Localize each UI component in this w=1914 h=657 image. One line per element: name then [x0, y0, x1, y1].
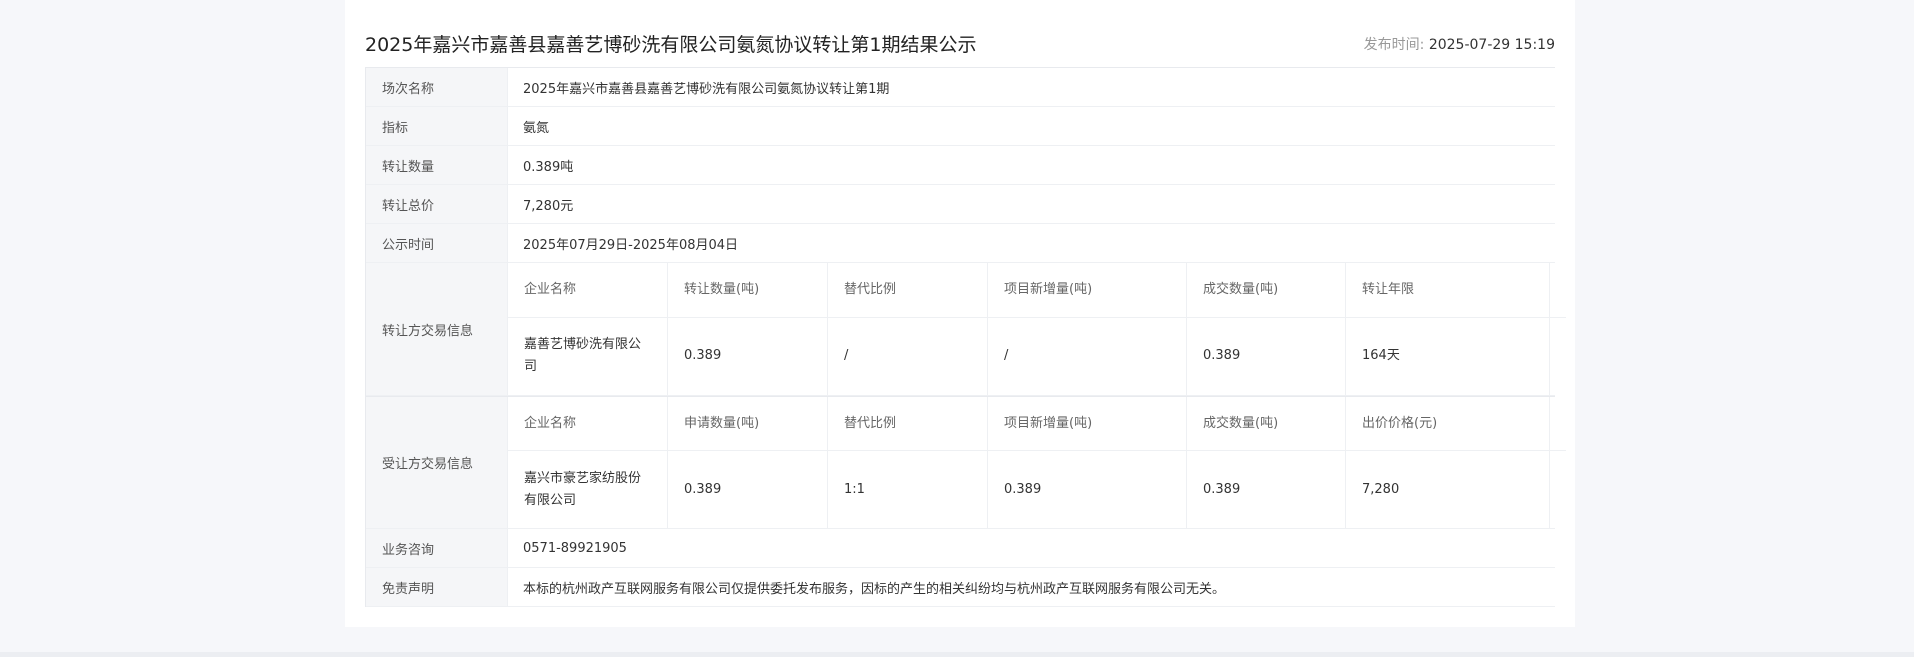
row-label: 业务咨询 — [366, 529, 508, 567]
subtable-header-cell: 成交数量(吨) — [1187, 397, 1346, 451]
transferee-subtable: 企业名称 申请数量(吨) 替代比例 项目新增量(吨) 成交数量(吨) 出价价格(… — [508, 397, 1566, 528]
subtable-header: 企业名称 申请数量(吨) 替代比例 项目新增量(吨) 成交数量(吨) 出价价格(… — [508, 397, 1566, 452]
row-label: 免责声明 — [366, 568, 508, 606]
subtable-cell: 1:1 — [828, 451, 988, 528]
row-label: 公示时间 — [366, 224, 508, 262]
subtable-cell: / — [828, 317, 988, 395]
company-name-cell: 嘉兴市豪艺家纺股份有限公司 — [508, 451, 668, 528]
subtable-cell: 0.389 — [668, 317, 828, 395]
subtable-header-cell: 转让年限 — [1346, 263, 1550, 317]
subtable-header-cell: 企业名称 — [508, 397, 668, 451]
row-label: 受让方交易信息 — [366, 397, 508, 528]
transferor-row: 转让方交易信息 企业名称 转让数量(吨) 替代比例 项目新增量(吨) 成交数量(… — [366, 263, 1566, 396]
page-footer-divider — [0, 652, 1914, 657]
page-header: 2025年嘉兴市嘉善县嘉善艺博砂洗有限公司氨氮协议转让第1期结果公示 发布时间:… — [365, 28, 1555, 58]
subtable-header-cell: 出价价格(元) — [1346, 397, 1550, 451]
subtable-header-cell: 成交数量(吨) — [1187, 263, 1346, 317]
row-label: 转让方交易信息 — [366, 263, 508, 395]
subtable-header-cell — [1550, 397, 1566, 450]
table-row: 免责声明 本标的杭州政产互联网服务有限公司仅提供委托发布服务，因标的产生的相关纠… — [366, 568, 1555, 607]
transferee-row: 受让方交易信息 企业名称 申请数量(吨) 替代比例 项目新增量(吨) 成交数量(… — [366, 396, 1566, 529]
subtable-cell — [1550, 451, 1566, 528]
table-row: 转让总价 7,280元 — [366, 185, 1555, 224]
info-table: 场次名称 2025年嘉兴市嘉善县嘉善艺博砂洗有限公司氨氮协议转让第1期 指标 氨… — [365, 67, 1566, 607]
row-value: 7,280元 — [523, 198, 574, 214]
subtable-header-cell — [1550, 263, 1566, 317]
row-value: 氨氮 — [523, 120, 550, 136]
subtable-header-cell: 转让数量(吨) — [668, 263, 828, 317]
subtable-header-cell: 替代比例 — [828, 263, 988, 317]
subtable-cell: / — [988, 317, 1187, 395]
row-label: 场次名称 — [366, 68, 508, 106]
table-row: 场次名称 2025年嘉兴市嘉善县嘉善艺博砂洗有限公司氨氮协议转让第1期 — [366, 68, 1555, 107]
row-label: 转让数量 — [366, 146, 508, 184]
row-label: 指标 — [366, 107, 508, 145]
row-value: 0.389吨 — [523, 159, 574, 175]
subtable-cell: 0.389 — [1187, 451, 1346, 528]
phone-value: 0571-89921905 — [523, 540, 627, 556]
company-name-cell: 嘉善艺博砂洗有限公司 — [508, 317, 668, 395]
publish-time-value: 2025-07-29 15:19 — [1428, 37, 1555, 53]
row-value: 2025年嘉兴市嘉善县嘉善艺博砂洗有限公司氨氮协议转让第1期 — [523, 81, 890, 97]
row-value: 2025年07月29日-2025年08月04日 — [523, 237, 739, 253]
subtable-cell: 0.389 — [668, 451, 828, 528]
result-card: 2025年嘉兴市嘉善县嘉善艺博砂洗有限公司氨氮协议转让第1期结果公示 发布时间:… — [345, 0, 1575, 627]
table-row: 公示时间 2025年07月29日-2025年08月04日 — [366, 224, 1555, 263]
transferor-subtable: 企业名称 转让数量(吨) 替代比例 项目新增量(吨) 成交数量(吨) 转让年限 … — [508, 263, 1566, 395]
table-row: 业务咨询 0571-89921905 — [366, 529, 1555, 568]
subtable-cell: 7,280 — [1346, 451, 1550, 528]
publish-time-label: 发布时间: — [1363, 37, 1425, 53]
subtable-cell — [1550, 318, 1566, 395]
subtable-header-cell: 企业名称 — [508, 263, 668, 317]
subtable-cell: 0.389 — [1187, 317, 1346, 395]
subtable-cell: 0.389 — [988, 451, 1187, 528]
subtable-header-cell: 申请数量(吨) — [668, 397, 828, 451]
row-label: 转让总价 — [366, 185, 508, 223]
publish-time: 发布时间: 2025-07-29 15:19 — [1364, 34, 1555, 54]
table-row: 指标 氨氮 — [366, 107, 1555, 146]
subtable-row: 嘉兴市豪艺家纺股份有限公司 0.389 1:1 0.389 0.389 7,28… — [508, 451, 1566, 528]
subtable-row: 嘉善艺博砂洗有限公司 0.389 / / 0.389 164天 — [508, 317, 1566, 395]
subtable-header-cell: 替代比例 — [828, 397, 988, 451]
subtable-header-cell: 项目新增量(吨) — [988, 397, 1187, 451]
disclaimer-value: 本标的杭州政产互联网服务有限公司仅提供委托发布服务，因标的产生的相关纠纷均与杭州… — [523, 581, 1226, 597]
table-row: 转让数量 0.389吨 — [366, 146, 1555, 185]
subtable-header-cell: 项目新增量(吨) — [988, 263, 1187, 317]
subtable-header: 企业名称 转让数量(吨) 替代比例 项目新增量(吨) 成交数量(吨) 转让年限 — [508, 263, 1566, 318]
subtable-cell: 164天 — [1346, 317, 1550, 395]
page-title: 2025年嘉兴市嘉善县嘉善艺博砂洗有限公司氨氮协议转让第1期结果公示 — [365, 34, 977, 56]
